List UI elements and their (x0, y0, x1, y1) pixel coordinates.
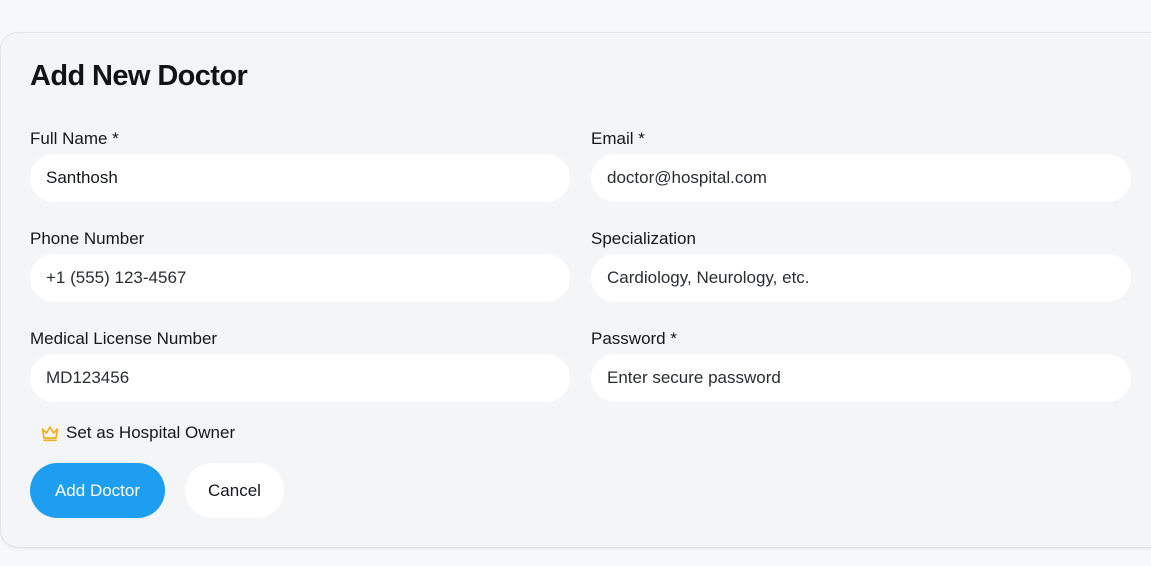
phone-label: Phone Number (30, 229, 145, 248)
full-name-label: Full Name * (30, 129, 119, 148)
page-title: Add New Doctor (30, 60, 248, 92)
add-doctor-button[interactable]: Add Doctor (30, 463, 165, 518)
email-input[interactable] (591, 154, 1131, 202)
cancel-button[interactable]: Cancel (185, 463, 284, 518)
email-label: Email * (591, 129, 645, 148)
full-name-input[interactable] (30, 154, 570, 202)
license-label: Medical License Number (30, 329, 218, 348)
hospital-owner-toggle[interactable]: Set as Hospital Owner (40, 421, 235, 445)
password-input[interactable] (591, 354, 1131, 402)
license-input[interactable] (30, 354, 570, 402)
phone-input[interactable] (30, 254, 570, 302)
specialization-input[interactable] (591, 254, 1131, 302)
hospital-owner-label: Set as Hospital Owner (66, 423, 236, 442)
specialization-label: Specialization (591, 229, 696, 248)
password-label: Password * (591, 329, 677, 348)
crown-icon (40, 424, 60, 442)
